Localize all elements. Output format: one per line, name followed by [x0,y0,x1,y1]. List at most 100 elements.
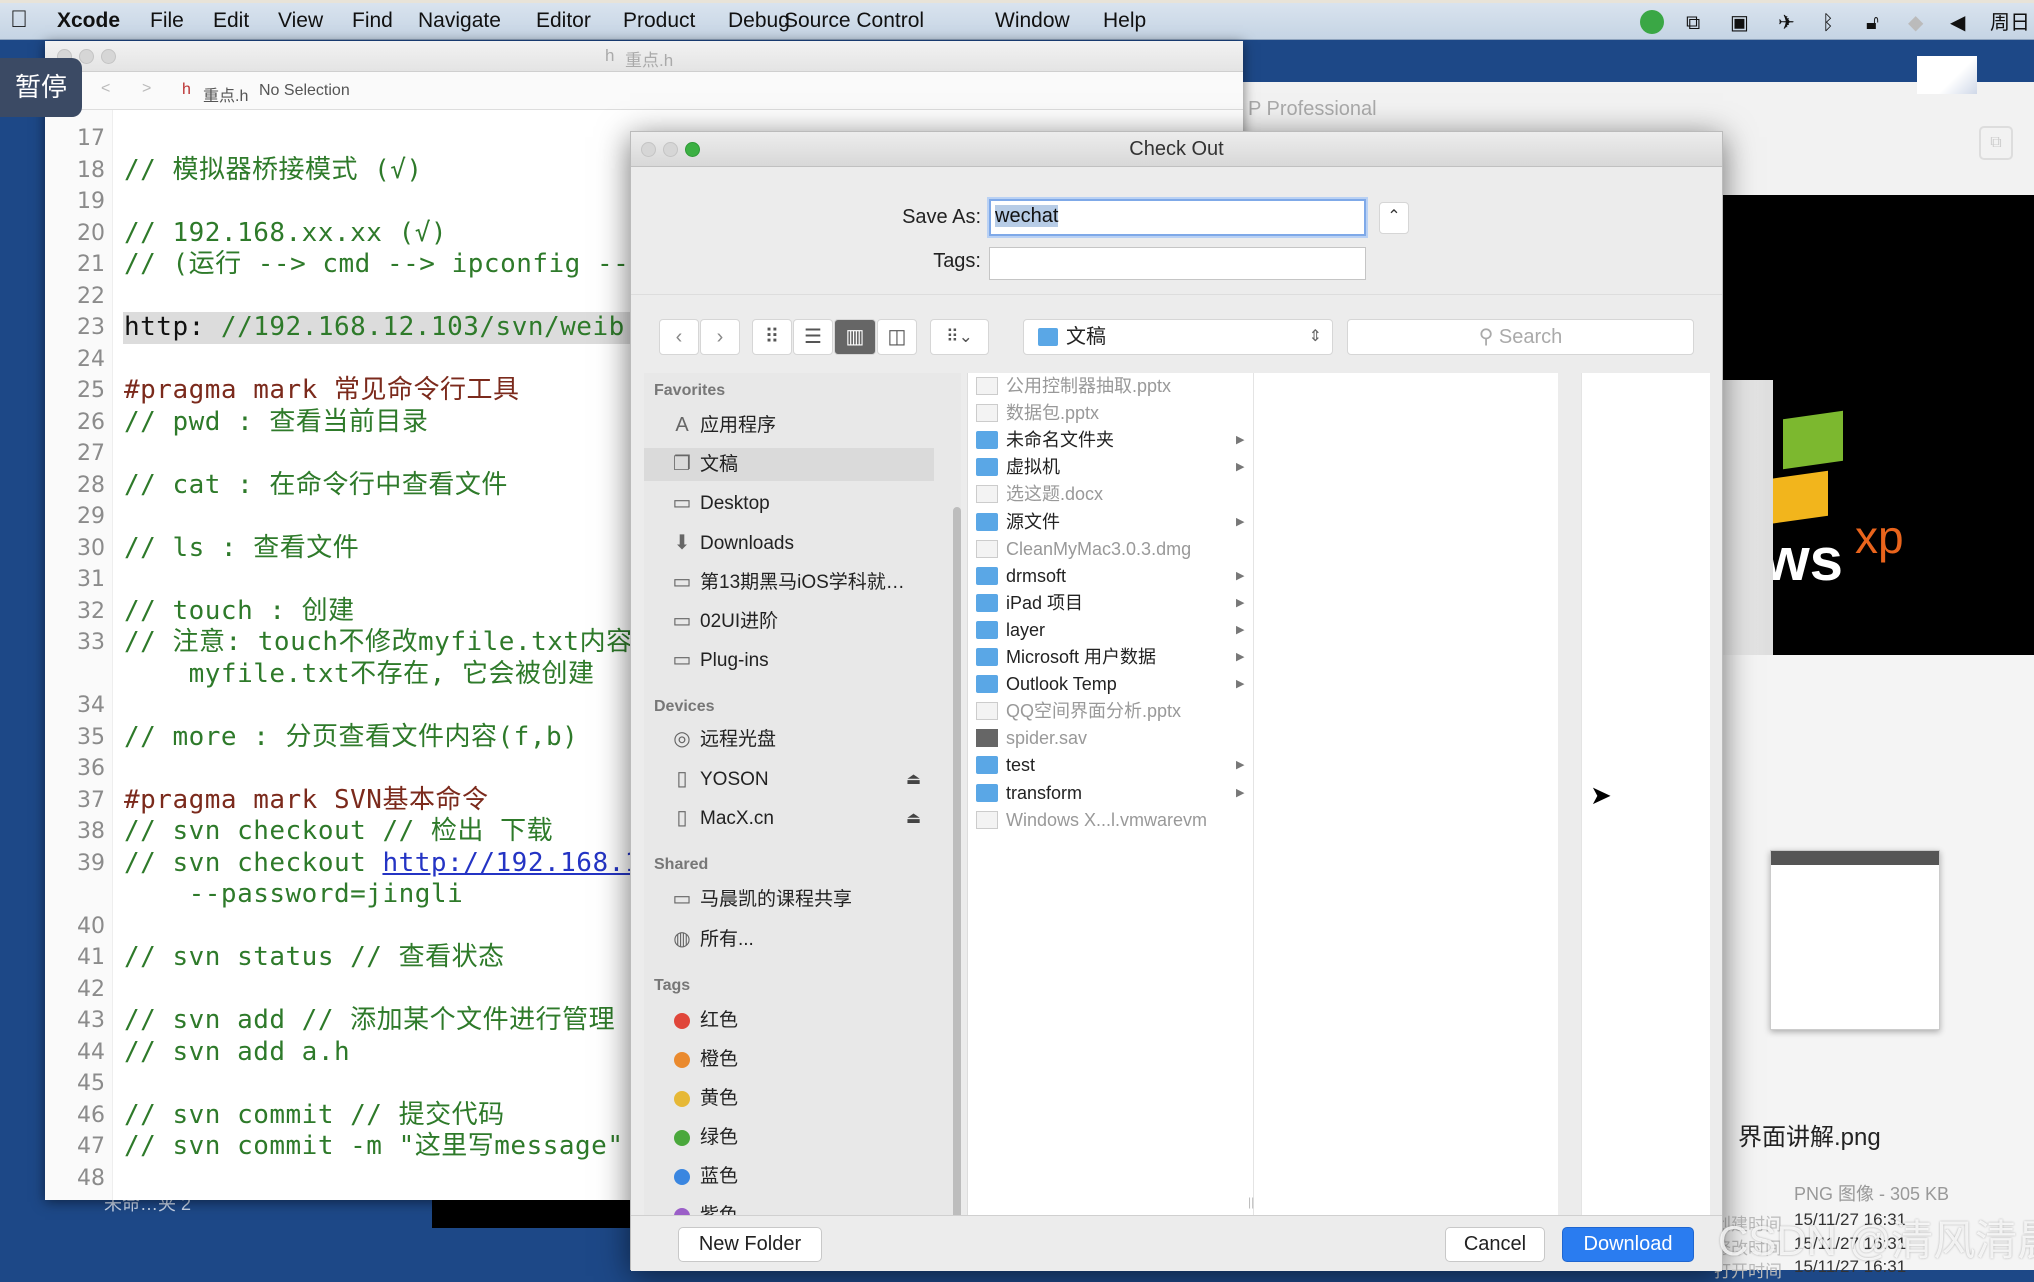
wifi-icon[interactable]: ◆ [1908,11,1923,35]
back-icon[interactable]: < [101,80,110,98]
menu-xcode[interactable]: Xcode [57,9,120,33]
sidebar-item[interactable]: 绿色 [644,1121,934,1154]
sidebar-item[interactable]: 紫色 [644,1199,934,1215]
dialog-bottom-bar: New Folder Cancel Download [631,1215,1722,1271]
apple-menu-icon[interactable]:  [10,6,28,34]
sidebar-item[interactable]: ▯ YOSON ⏏ [644,763,934,796]
forward-icon[interactable]: > [142,80,151,98]
sidebar-scrollbar[interactable] [953,507,961,1227]
pause-button[interactable]: 暂停 [0,58,82,117]
folder-row[interactable]: 未命名文件夹 ▶ [968,427,1254,454]
column-view-button[interactable]: ▥ [834,319,876,355]
minimize-button[interactable] [79,49,94,64]
menu-debug[interactable]: Debug [728,9,790,33]
menu-product[interactable]: Product [623,9,695,33]
column-resize-handle[interactable]: || [1248,1195,1254,1209]
search-input[interactable]: ⚲ Search [1347,319,1694,355]
sidebar-item[interactable]: 蓝色 [644,1160,934,1193]
minimize-button[interactable] [663,142,678,157]
file-icon [976,377,998,395]
lock-icon[interactable]: 🔓︎ [1866,11,1879,35]
sidebar-item[interactable]: ▭ Desktop [644,487,934,520]
folder-row[interactable]: 虚拟机 ▶ [968,454,1254,481]
code-token: // svn checkout // 检出 下载 [124,816,554,846]
video-camera-icon[interactable]: ▣ [1730,11,1749,35]
eject-icon[interactable]: ⏏ [906,802,921,835]
tags-input[interactable] [989,247,1366,280]
sidebar-item[interactable]: ▭ 第13期黑马iOS学科就… [644,566,934,599]
zoom-button[interactable] [685,142,700,157]
sidebar-item[interactable]: ⬇ Downloads [644,527,934,560]
copy-icon[interactable]: ⧉ [1979,126,2013,160]
line-number: 27 [77,441,105,466]
app-status-icon[interactable] [1640,10,1664,34]
screen-share-icon[interactable]: ⧉ [1686,11,1700,35]
arrange-button[interactable]: ⠿⌄ [930,319,989,355]
zoom-button[interactable] [101,49,116,64]
file-row[interactable]: CleanMyMac3.0.3.dmg [968,536,1254,563]
folder-row[interactable]: test ▶ [968,752,1254,779]
menu-find[interactable]: Find [352,9,393,33]
folder-row[interactable]: layer ▶ [968,617,1254,644]
volume-icon[interactable]: ◀ [1950,11,1965,35]
back-button[interactable]: ‹ [659,319,699,355]
file-row[interactable]: 公用控制器抽取.pptx [968,373,1254,400]
list-view-button[interactable]: ☰ [793,319,833,355]
folder-row[interactable]: drmsoft ▶ [968,563,1254,590]
airplane-icon[interactable]: ✈ [1778,11,1795,35]
file-icon [976,729,998,748]
sidebar-item-label: 所有... [700,928,754,950]
save-as-input[interactable]: wechat [989,199,1366,236]
sidebar-item[interactable]: 橙色 [644,1043,934,1076]
line-text: // svn checkout // 检出 下载 [124,816,553,848]
menu-editor[interactable]: Editor [536,9,591,33]
sidebar-item[interactable]: ▭ Plug-ins [644,644,934,677]
folder-row[interactable]: iPad 项目 ▶ [968,590,1254,617]
collapse-button[interactable]: ⌃ [1379,202,1409,234]
menu-edit[interactable]: Edit [213,9,249,33]
preview-thumbnail[interactable] [1770,850,1940,1030]
file-row[interactable]: spider.sav [968,725,1254,752]
location-popup[interactable]: 文稿 ⇕ [1023,319,1333,355]
sidebar-item[interactable]: 红色 [644,1004,934,1037]
sidebar-item[interactable]: ▭ 02UI进阶 [644,605,934,638]
line-number: 17 [77,126,105,151]
cancel-button[interactable]: Cancel [1445,1227,1545,1262]
sidebar-item[interactable]: A 应用程序 [644,409,934,442]
sidebar-item[interactable]: ❐ 文稿 [644,448,934,482]
coverflow-view-button[interactable]: ◫ [877,319,917,355]
folder-row[interactable]: 源文件 ▶ [968,509,1254,536]
menu-window[interactable]: Window [995,9,1070,33]
menu-source-control[interactable]: Source Control [784,9,924,33]
document-icon[interactable] [1917,56,1977,94]
forward-button[interactable]: › [700,319,740,355]
sidebar-item[interactable]: ▭ 马晨凯的课程共享 [644,883,934,916]
code-link[interactable]: http://192.168.1 [382,848,640,878]
folder-row[interactable]: Microsoft 用户数据 ▶ [968,644,1254,671]
menu-file[interactable]: File [150,9,184,33]
sidebar-item[interactable]: ▯ MacX.cn ⏏ [644,802,934,835]
chevron-right-icon: ▶ [1236,678,1245,691]
menu-navigate[interactable]: Navigate [418,9,501,33]
bluetooth-icon[interactable]: ᛒ [1822,11,1834,35]
sidebar-item[interactable]: ◎ 远程光盘 [644,723,934,756]
icon-view-button[interactable]: ⠿ [752,319,792,355]
menu-help[interactable]: Help [1103,9,1146,33]
folder-row[interactable]: Outlook Temp ▶ [968,671,1254,698]
menu-view[interactable]: View [278,9,323,33]
jump-selection[interactable]: No Selection [259,82,350,100]
eject-icon[interactable]: ⏏ [906,763,921,796]
jump-file[interactable]: 重点.h [203,82,248,106]
file-row[interactable]: 数据包.pptx [968,400,1254,427]
sidebar-item[interactable]: 黄色 [644,1082,934,1115]
file-row[interactable]: Windows X...l.vmwarevm [968,807,1254,834]
file-row[interactable]: QQ空间界面分析.pptx [968,698,1254,725]
download-button[interactable]: Download [1562,1227,1694,1262]
clock[interactable]: 周日 [1990,11,2030,35]
folder-row[interactable]: transform ▶ [968,780,1254,807]
close-button[interactable] [641,142,656,157]
file-row[interactable]: 选这题.docx [968,481,1254,508]
new-folder-button[interactable]: New Folder [678,1227,822,1262]
sidebar-item[interactable]: ◍ 所有... [644,923,934,956]
line-number: 23 [77,315,105,340]
